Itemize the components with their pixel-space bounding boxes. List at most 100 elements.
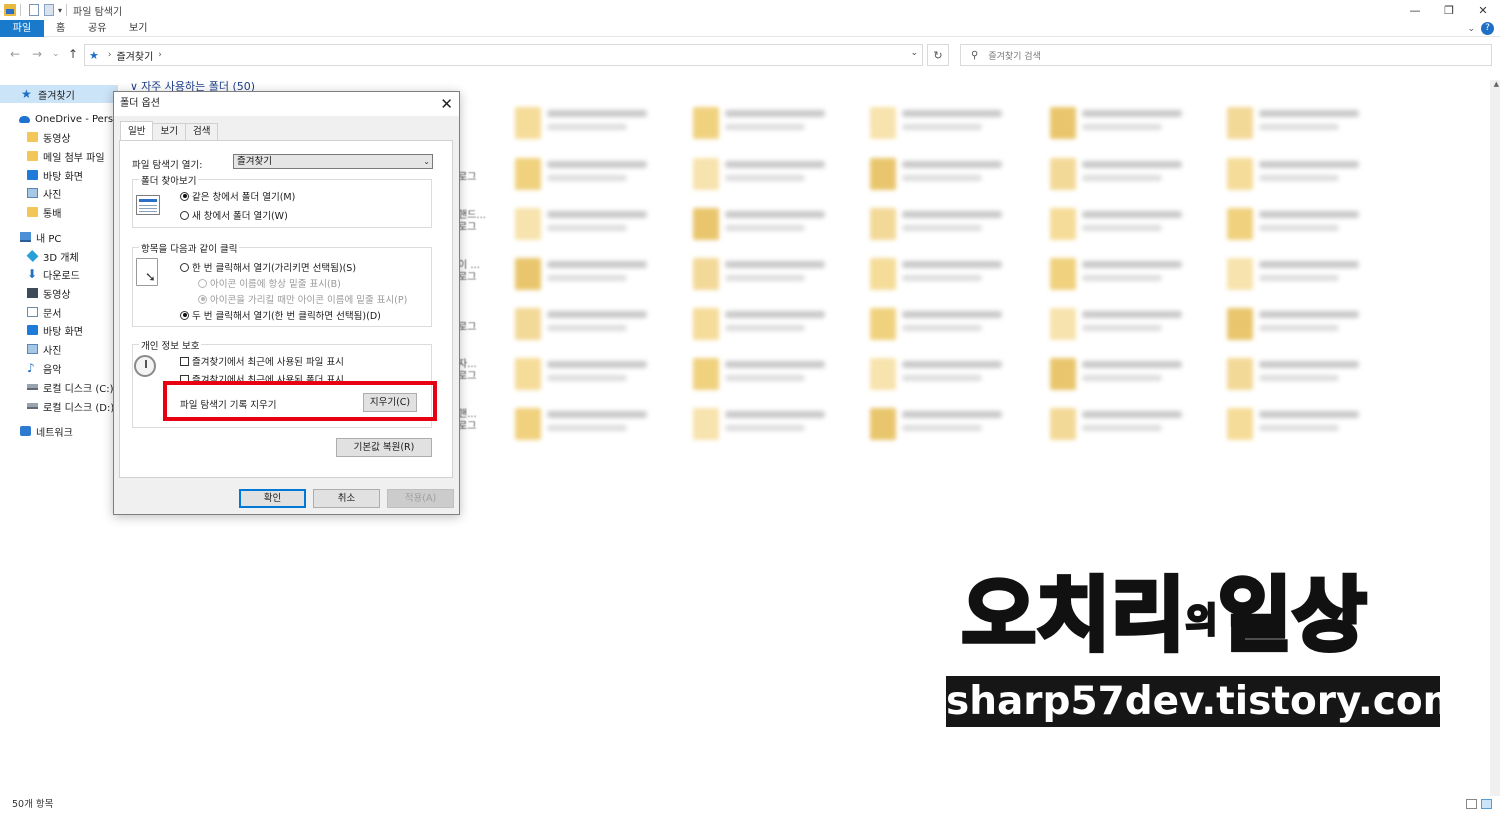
folder-tile[interactable] — [1227, 104, 1377, 144]
refresh-button[interactable]: ↻ — [927, 44, 949, 66]
sidebar-item-onedrive[interactable]: OneDrive - Person — [0, 110, 118, 128]
sidebar-item-videos[interactable]: 동영상 — [0, 284, 118, 302]
folder-tile[interactable] — [1050, 255, 1200, 295]
folder-tile[interactable] — [693, 205, 843, 245]
sidebar-item-drive-d[interactable]: 로컬 디스크 (D:) — [0, 397, 118, 415]
tab-view-options[interactable]: 보기 — [152, 123, 186, 140]
quick-access-dropdown-icon[interactable]: ▾ — [58, 6, 62, 15]
sidebar-item-drive-c[interactable]: 로컬 디스크 (C:) — [0, 378, 118, 396]
breadcrumb-separator[interactable]: › — [108, 50, 112, 60]
restore-button[interactable]: ❐ — [1432, 0, 1466, 20]
folder-tile[interactable] — [693, 305, 843, 345]
sidebar-item-documents[interactable]: 문서 — [0, 303, 118, 321]
folder-tile[interactable] — [870, 155, 1020, 195]
folder-tile[interactable] — [1227, 155, 1377, 195]
sidebar-item-tongbae[interactable]: 통배 — [0, 203, 118, 221]
folder-tile[interactable] — [693, 405, 843, 445]
breadcrumb-favorites[interactable]: 즐겨찾기 — [116, 48, 153, 63]
tab-view[interactable]: 보기 — [129, 20, 147, 37]
ribbon-expand-icon[interactable]: ⌄ — [1467, 24, 1475, 34]
close-window-button[interactable]: ✕ — [1466, 0, 1500, 20]
folder-tile[interactable] — [1050, 405, 1200, 445]
up-arrow-icon[interactable]: ↑ — [68, 47, 78, 61]
folder-tile[interactable] — [1227, 405, 1377, 445]
folder-tile[interactable] — [1050, 104, 1200, 144]
same-window-radio[interactable]: 같은 창에서 폴더 열기(M) — [180, 189, 295, 203]
vertical-scrollbar[interactable] — [1490, 80, 1500, 796]
folder-tile[interactable] — [1050, 305, 1200, 345]
help-icon[interactable]: ? — [1481, 22, 1494, 35]
folder-window-icon — [136, 195, 160, 215]
restore-defaults-button[interactable]: 기본값 복원(R) — [336, 438, 432, 457]
sidebar-item-pictures[interactable]: 사진 — [0, 340, 118, 358]
folder-tile[interactable] — [1227, 205, 1377, 245]
folder-tile[interactable] — [515, 305, 665, 345]
folder-tile[interactable] — [515, 255, 665, 295]
sidebar-item-music[interactable]: ♪ 음악 — [0, 359, 118, 377]
back-arrow-icon[interactable]: ← — [10, 47, 20, 61]
sidebar-item-network[interactable]: 네트워크 — [0, 422, 118, 440]
tab-file[interactable]: 파일 — [0, 20, 44, 37]
folder-tile[interactable] — [1050, 355, 1200, 395]
ok-button[interactable]: 확인 — [239, 489, 306, 508]
folder-tile[interactable] — [515, 205, 665, 245]
tab-share[interactable]: 공유 — [88, 20, 106, 37]
close-icon[interactable]: ✕ — [440, 93, 453, 115]
scroll-up-icon[interactable]: ▲ — [1494, 80, 1499, 88]
apply-button[interactable]: 적용(A) — [387, 489, 454, 508]
breadcrumb-separator-end[interactable]: › — [158, 50, 162, 60]
folder-tile[interactable] — [1227, 355, 1377, 395]
folder-tile[interactable] — [870, 104, 1020, 144]
details-view-icon[interactable] — [1466, 799, 1477, 809]
folder-tile[interactable] — [693, 355, 843, 395]
folder-tile[interactable] — [870, 355, 1020, 395]
open-explorer-select[interactable]: 즐겨찾기 ⌄ — [233, 154, 433, 169]
folder-tile[interactable] — [1050, 205, 1200, 245]
underline-always-radio[interactable]: 아이콘 이름에 항상 밑줄 표시(B) — [198, 276, 341, 290]
double-click-radio[interactable]: 두 번 클릭해서 열기(한 번 클릭하면 선택됨)(D) — [180, 308, 381, 322]
folder-tile[interactable] — [1050, 155, 1200, 195]
new-folder-quick-icon[interactable] — [44, 4, 54, 16]
folder-tile[interactable] — [693, 104, 843, 144]
sidebar-item-mail-attachments[interactable]: 메일 첨부 파일 — [0, 147, 118, 165]
folder-name-blurred — [1259, 311, 1359, 318]
folder-tile[interactable] — [1227, 305, 1377, 345]
folder-tile[interactable] — [870, 205, 1020, 245]
tab-general[interactable]: 일반 — [120, 121, 154, 140]
new-window-radio[interactable]: 새 창에서 폴더 열기(W) — [180, 208, 288, 222]
folder-tile[interactable] — [1227, 255, 1377, 295]
sidebar-item-downloads[interactable]: ⬇ 다운로드 — [0, 265, 118, 283]
recent-locations-icon[interactable]: ⌄ — [52, 49, 60, 59]
cancel-button[interactable]: 취소 — [313, 489, 380, 508]
sidebar-item-onedrive-pictures[interactable]: 사진 — [0, 184, 118, 202]
address-dropdown-icon[interactable]: ⌄ — [910, 48, 918, 58]
folder-tile[interactable] — [515, 155, 665, 195]
sidebar-item-desktop[interactable]: 바탕 화면 — [0, 321, 118, 339]
folder-tile[interactable] — [870, 255, 1020, 295]
folder-tile[interactable] — [870, 305, 1020, 345]
sidebar-item-3d-objects[interactable]: 3D 개체 — [0, 247, 118, 265]
sidebar-item-this-pc[interactable]: 내 PC — [0, 228, 118, 246]
folder-name-blurred — [547, 261, 647, 268]
underline-hover-radio[interactable]: 아이콘을 가리킬 때만 아이콘 이름에 밑줄 표시(P) — [198, 292, 407, 306]
properties-quick-icon[interactable] — [29, 4, 39, 16]
sidebar-item-onedrive-videos[interactable]: 동영상 — [0, 128, 118, 146]
folder-tile[interactable] — [693, 155, 843, 195]
sidebar-item-favorites[interactable]: ★ 즐겨찾기 — [0, 85, 118, 103]
folder-tile[interactable] — [693, 255, 843, 295]
sidebar-item-onedrive-desktop[interactable]: 바탕 화면 — [0, 166, 118, 184]
address-bar[interactable]: ★ › 즐겨찾기 › ⌄ — [84, 44, 923, 66]
single-click-radio[interactable]: 한 번 클릭해서 열기(가리키면 선택됨)(S) — [180, 260, 356, 274]
tab-home[interactable]: 홈 — [56, 20, 65, 37]
tab-search-options[interactable]: 검색 — [184, 123, 219, 140]
folder-tile[interactable] — [515, 355, 665, 395]
search-input[interactable]: ⚲ 즐겨찾기 검색 — [960, 44, 1492, 66]
minimize-button[interactable]: — — [1398, 0, 1432, 20]
forward-arrow-icon[interactable]: → — [32, 47, 42, 61]
folder-tile[interactable] — [515, 405, 665, 445]
folder-tile[interactable] — [870, 405, 1020, 445]
folder-tile[interactable] — [515, 104, 665, 144]
show-recent-files-checkbox[interactable]: 즐겨찾기에서 최근에 사용된 파일 표시 — [180, 354, 344, 368]
folder-path-blurred — [1082, 275, 1162, 281]
tiles-view-icon[interactable] — [1481, 799, 1492, 809]
